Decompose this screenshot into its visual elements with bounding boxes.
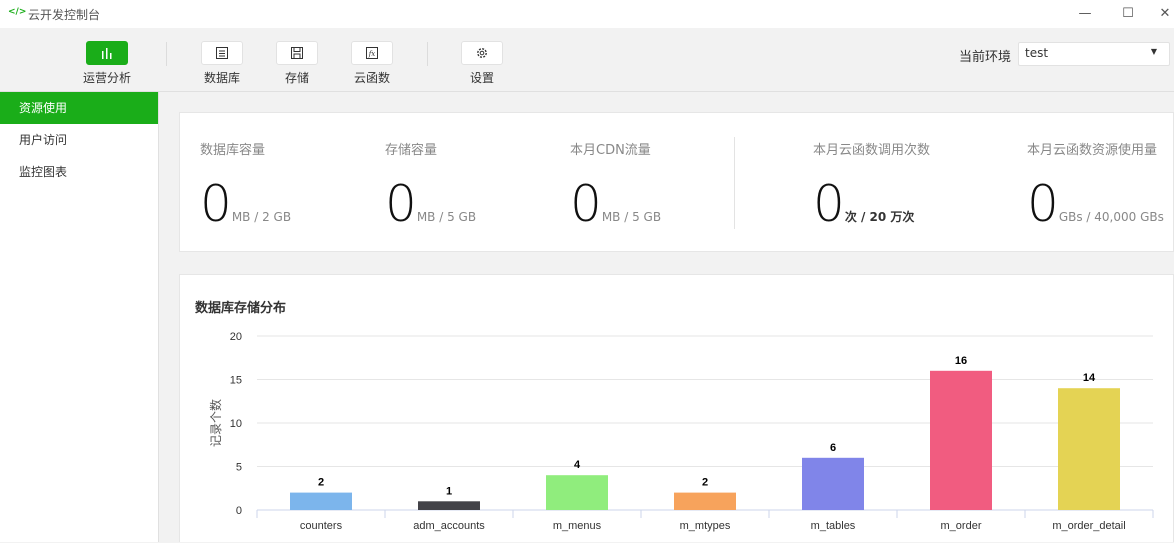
data-label: 14 bbox=[1083, 372, 1096, 384]
stat-unit: 次 / 20 万次 bbox=[844, 210, 915, 224]
x-tick-label: counters bbox=[300, 520, 343, 532]
x-tick-label: m_menus bbox=[553, 520, 602, 532]
tab-storage[interactable]: 存储 bbox=[262, 41, 332, 86]
tab-label: 运营分析 bbox=[82, 71, 131, 85]
stat-value: 0 bbox=[1027, 175, 1059, 233]
env-value: test bbox=[1025, 46, 1049, 60]
function-icon: fx bbox=[351, 41, 393, 65]
toolbar-divider bbox=[166, 42, 167, 66]
bar-m_menus bbox=[546, 475, 608, 510]
stat-function-resources: 本月云函数资源使用量 0GBs / 40,000 GBs bbox=[1027, 139, 1164, 229]
stat-label: 本月CDN流量 bbox=[570, 143, 651, 158]
tab-label: 存储 bbox=[284, 71, 309, 85]
minimize-icon[interactable]: — bbox=[1070, 3, 1100, 25]
svg-text:fx: fx bbox=[368, 50, 376, 58]
data-label: 4 bbox=[574, 459, 581, 471]
stat-storage-capacity: 存储容量 0MB / 5 GB bbox=[385, 139, 476, 229]
toolbar-divider bbox=[427, 42, 428, 66]
stats-divider bbox=[734, 137, 735, 229]
window-title: 云开发控制台 bbox=[28, 8, 101, 22]
sidebar-item-user-access[interactable]: 用户访问 bbox=[0, 124, 158, 156]
data-label: 2 bbox=[702, 477, 708, 489]
stat-label: 存储容量 bbox=[385, 143, 438, 158]
x-tick-label: m_mtypes bbox=[680, 520, 731, 532]
data-label: 2 bbox=[318, 477, 324, 489]
env-label: 当前环境 bbox=[959, 50, 1012, 65]
stat-label: 数据库容量 bbox=[200, 143, 266, 158]
data-label: 16 bbox=[955, 355, 967, 367]
tab-label: 设置 bbox=[469, 71, 494, 85]
chart-panel: 数据库存储分布 0 5 10 15 20 记录个数 2 counters 1 adm_accoun… bbox=[179, 274, 1174, 542]
stat-db-capacity: 数据库容量 0MB / 2 GB bbox=[200, 139, 291, 229]
bar-m_mtypes bbox=[674, 492, 736, 510]
stat-value: 0 bbox=[813, 175, 845, 233]
stat-cdn-traffic: 本月CDN流量 0MB / 5 GB bbox=[570, 139, 661, 229]
stat-value: 0 bbox=[570, 175, 602, 233]
caret-down-icon: ▼ bbox=[1150, 47, 1157, 56]
gear-icon bbox=[461, 41, 503, 65]
tab-settings[interactable]: 设置 bbox=[447, 41, 517, 86]
toolbar: 运营分析 数据库 存储 fx 云函数 设置 当前环境 test ▼ bbox=[0, 28, 1174, 92]
stats-panel: 数据库容量 0MB / 2 GB 存储容量 0MB / 5 GB 本月CDN流量… bbox=[179, 112, 1174, 252]
stat-unit: MB / 2 GB bbox=[231, 210, 292, 224]
title-bar: </> 云开发控制台 — ☐ ✕ bbox=[0, 0, 1174, 28]
tab-label: 数据库 bbox=[203, 71, 240, 85]
data-label: 1 bbox=[446, 485, 452, 497]
tab-cloud-function[interactable]: fx 云函数 bbox=[337, 41, 407, 86]
stat-unit: MB / 5 GB bbox=[601, 210, 662, 224]
close-icon[interactable]: ✕ bbox=[1150, 3, 1174, 25]
bar-chart: 0 5 10 15 20 记录个数 2 counters 1 adm_accounts 4 m_men… bbox=[208, 331, 1154, 532]
y-tick-label: 15 bbox=[230, 375, 242, 387]
y-tick-label: 20 bbox=[230, 331, 242, 343]
bar-m_order_detail bbox=[1058, 388, 1120, 510]
app-code-icon: </> bbox=[8, 7, 27, 17]
bar-m_order bbox=[930, 370, 992, 510]
x-tick-label: m_tables bbox=[811, 520, 856, 532]
storage-icon bbox=[276, 41, 318, 65]
x-tick-label: m_order bbox=[941, 520, 982, 532]
stat-unit: GBs / 40,000 GBs bbox=[1058, 210, 1164, 224]
x-tick-label: adm_accounts bbox=[413, 520, 485, 532]
stat-label: 本月云函数调用次数 bbox=[813, 143, 931, 158]
y-axis-label: 记录个数 bbox=[208, 399, 223, 447]
data-label: 6 bbox=[830, 442, 836, 454]
y-tick-label: 0 bbox=[236, 505, 242, 517]
env-select[interactable]: test ▼ bbox=[1018, 42, 1170, 66]
maximize-icon[interactable]: ☐ bbox=[1113, 3, 1143, 25]
bar-adm_accounts bbox=[418, 501, 480, 510]
bar-counters bbox=[290, 492, 352, 510]
stat-label: 本月云函数资源使用量 bbox=[1027, 143, 1158, 158]
tab-label: 云函数 bbox=[353, 71, 390, 85]
stat-function-calls: 本月云函数调用次数 0次 / 20 万次 bbox=[813, 139, 930, 229]
x-tick-label: m_order_detail bbox=[1052, 520, 1125, 532]
sidebar-item-resource-usage[interactable]: 资源使用 bbox=[0, 92, 158, 124]
bar-chart-icon bbox=[86, 41, 128, 65]
tab-database[interactable]: 数据库 bbox=[187, 41, 257, 86]
y-tick-label: 5 bbox=[236, 462, 242, 474]
bar-m_tables bbox=[802, 457, 864, 510]
stat-value: 0 bbox=[200, 175, 232, 233]
stat-value: 0 bbox=[385, 175, 417, 233]
stat-unit: MB / 5 GB bbox=[416, 210, 477, 224]
sidebar-item-monitor-charts[interactable]: 监控图表 bbox=[0, 156, 158, 188]
sidebar: 资源使用 用户访问 监控图表 bbox=[0, 92, 159, 542]
database-icon bbox=[201, 41, 243, 65]
tab-operations-analysis[interactable]: 运营分析 bbox=[72, 41, 142, 86]
y-tick-label: 10 bbox=[230, 418, 242, 430]
